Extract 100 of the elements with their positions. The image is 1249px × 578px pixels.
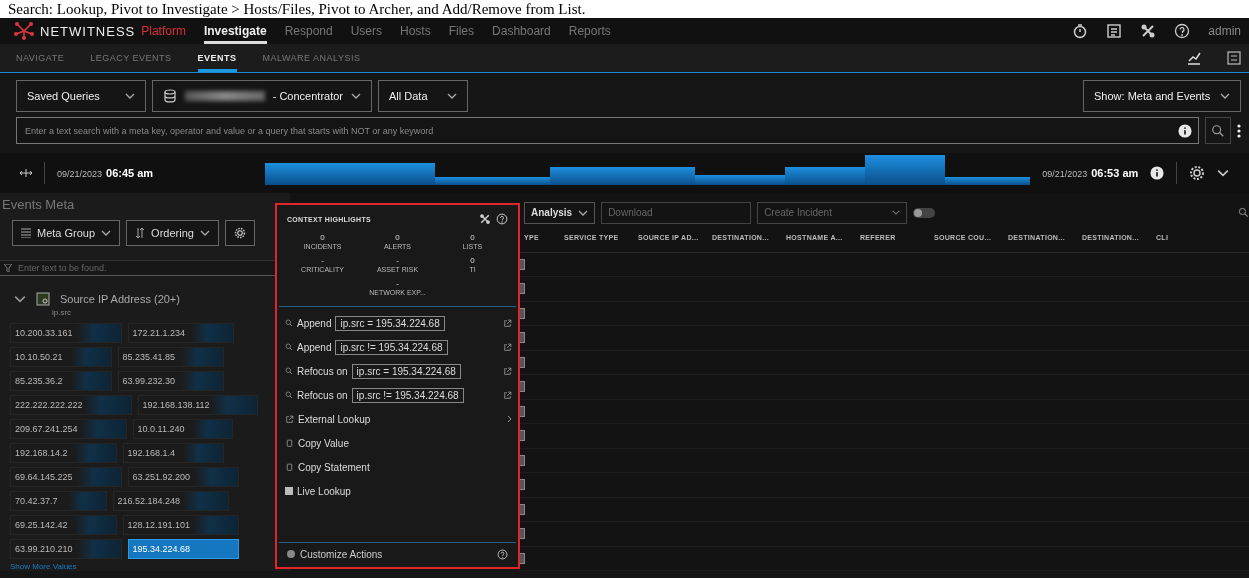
meta-value[interactable]: 172.21.1.234: [127, 323, 235, 343]
meta-value[interactable]: 70.42.37.7: [10, 491, 107, 511]
meta-value[interactable]: 192.168.1.4: [122, 443, 225, 463]
search-icon: [285, 367, 293, 375]
chevron-down-icon[interactable]: [1217, 169, 1230, 177]
search-button[interactable]: [1205, 117, 1231, 144]
meta-value[interactable]: 195.34.224.68: [127, 539, 240, 559]
copy-icon: [285, 462, 294, 472]
chevron-down-icon: [447, 93, 457, 99]
nav-tab[interactable]: Respond: [284, 18, 333, 44]
external-link-icon[interactable]: [503, 366, 512, 376]
query-search-box[interactable]: Enter a text search with a meta key, operator and value or a query that starts with NOT or any keyword: [16, 117, 1199, 144]
meta-value[interactable]: 85.235.36.2: [10, 371, 112, 391]
stat-value: 0: [469, 233, 476, 242]
settings-icon: [233, 227, 246, 239]
settings-button[interactable]: [224, 220, 255, 246]
customize-actions-button[interactable]: Customize Actions: [279, 542, 516, 565]
meta-value[interactable]: 192.168.138.112: [137, 395, 259, 415]
tools-icon[interactable]: [1140, 23, 1157, 39]
stat-value: 0: [319, 233, 326, 242]
chevron-down-icon: [125, 93, 135, 99]
expand-arrows-icon[interactable]: [20, 169, 32, 177]
panel-icon[interactable]: [1227, 51, 1241, 65]
info-icon[interactable]: [1150, 166, 1165, 180]
start-time: 09/21/2023 06:45 am: [57, 167, 154, 179]
menu-item[interactable]: Live Lookup: [285, 479, 512, 503]
meta-filter-field[interactable]: Enter text to be found.: [16, 262, 286, 274]
product-name: Platform: [141, 24, 186, 38]
menu-item[interactable]: Copy Value: [285, 431, 512, 455]
meta-value[interactable]: 63.251.92.200: [127, 467, 240, 487]
dropdown-button[interactable]: Ordering: [126, 220, 219, 246]
chevron-down-icon: [892, 210, 901, 216]
toggle-switch[interactable]: [913, 207, 936, 218]
sub-tab[interactable]: MALWARE ANALYSIS: [262, 44, 361, 72]
stat-value: 0: [394, 233, 401, 242]
meta-value[interactable]: 10.10.50.21: [10, 347, 112, 367]
circle-icon: [287, 550, 295, 558]
chevron-icon[interactable]: [14, 295, 26, 303]
meta-value[interactable]: 69.25.142.42: [10, 515, 117, 535]
help-icon[interactable]: [1174, 23, 1191, 39]
meta-value[interactable]: 10.200.33.161: [10, 323, 122, 343]
nav-tab[interactable]: Reports: [568, 18, 611, 44]
menu-item[interactable]: External Lookup: [285, 407, 512, 431]
external-link-icon[interactable]: [503, 342, 512, 352]
search-icon: [285, 391, 293, 399]
meta-value[interactable]: 69.64.145.225: [10, 467, 122, 487]
meta-value[interactable]: 222.222.222.222: [10, 395, 132, 415]
nav-tab[interactable]: Users: [350, 18, 382, 44]
help-icon[interactable]: [497, 548, 508, 560]
meta-value[interactable]: 192.168.14.2: [10, 443, 117, 463]
nav-tab[interactable]: Files: [448, 18, 475, 44]
saved-queries-dropdown[interactable]: Saved Queries: [16, 80, 146, 112]
menu-item[interactable]: Copy Statement: [285, 455, 512, 479]
view-dropdown[interactable]: Show: Meta and Events: [1083, 80, 1241, 112]
search-icon[interactable]: [1238, 207, 1249, 219]
stopwatch-icon[interactable]: [1072, 23, 1089, 39]
sub-tab[interactable]: EVENTS: [197, 44, 237, 72]
user-menu[interactable]: admin: [1208, 24, 1241, 38]
meta-value[interactable]: 128.12.191.101: [122, 515, 240, 535]
sub-tab[interactable]: LEGACY EVENTS: [90, 44, 172, 72]
menu-item[interactable]: Append ip.src != 195.34.224.68: [285, 335, 512, 359]
document-caption: Search: Lookup, Pivot to Investigate > Hosts/Files, Pivot to Archer, and Add/Remove from List.: [7, 0, 587, 18]
sub-tab[interactable]: NAVIGATE: [16, 44, 65, 72]
external-link-icon: [285, 414, 294, 424]
chart-icon[interactable]: [1187, 51, 1201, 65]
notes-icon[interactable]: [1106, 23, 1123, 39]
external-link-icon[interactable]: [503, 390, 512, 400]
filter-icon: [4, 264, 12, 272]
meta-value[interactable]: 63.99.210.210: [10, 539, 122, 559]
meta-key-icon: [36, 292, 50, 306]
tools-icon[interactable]: [479, 213, 491, 225]
list-icon: [21, 228, 31, 238]
dropdown-button[interactable]: Meta Group: [12, 220, 121, 246]
settings-icon[interactable]: [1189, 165, 1206, 181]
analysis-dropdown[interactable]: Analysis: [524, 201, 596, 224]
meta-value[interactable]: 63.99.232.30: [117, 371, 225, 391]
database-icon: [163, 89, 177, 103]
help-icon[interactable]: [496, 213, 508, 225]
nav-tab[interactable]: Hosts: [400, 18, 431, 44]
stat-value: 0: [469, 256, 476, 265]
meta-value[interactable]: 209.67.241.254: [10, 419, 127, 439]
menu-item[interactable]: Refocus on ip.src = 195.34.224.68: [285, 359, 512, 383]
stat-value: -: [395, 256, 400, 265]
chevron-down-icon: [351, 93, 361, 99]
meta-value[interactable]: 216.52.184.248: [112, 491, 230, 511]
info-icon[interactable]: [1178, 123, 1192, 138]
more-options-icon[interactable]: [1237, 123, 1241, 138]
meta-value[interactable]: 10.0.11.240: [132, 419, 234, 439]
nav-tab[interactable]: Dashboard: [492, 18, 551, 44]
meta-group-title[interactable]: Source IP Address (20+): [60, 293, 180, 305]
chevron-down-icon: [1220, 93, 1230, 99]
time-range-dropdown[interactable]: All Data: [378, 80, 468, 112]
menu-item[interactable]: Refocus on ip.src != 195.34.224.68: [285, 383, 512, 407]
copy-icon: [285, 438, 294, 448]
external-link-icon[interactable]: [503, 318, 512, 328]
query-search-field[interactable]: Enter a text search with a meta key, operator and value or a query that starts with NOT or any keyword: [23, 124, 1178, 137]
meta-value[interactable]: 85.235.41.85: [117, 347, 225, 367]
stat-value: -: [395, 279, 400, 288]
service-dropdown[interactable]: - Concentrator: [152, 80, 372, 112]
search-icon: [285, 319, 293, 327]
